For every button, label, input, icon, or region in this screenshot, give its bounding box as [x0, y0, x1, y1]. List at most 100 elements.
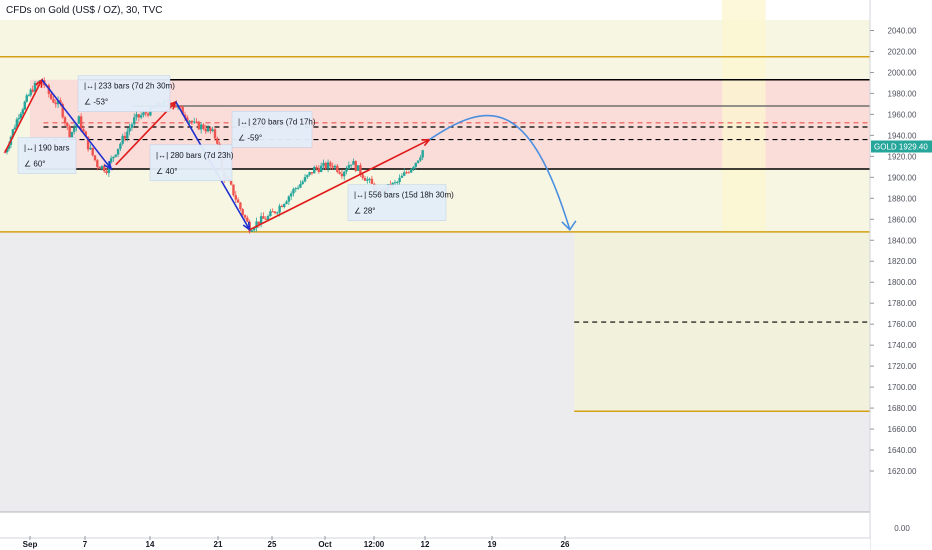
candle-body — [336, 165, 339, 172]
candle-body — [276, 212, 279, 214]
price-axis[interactable]: 2040.00 2020.00 2000.00 1980.00 1960.00 1940.… — [869, 0, 932, 550]
candle-body — [322, 162, 325, 166]
measure-box-bars: |↔| 233 bars (7d 2h 30m) — [84, 82, 175, 91]
candle-body — [246, 217, 249, 222]
candle-body — [333, 165, 337, 168]
time-tick-label: 19 — [488, 540, 497, 549]
candle-body — [216, 138, 219, 144]
candle-body — [190, 120, 194, 123]
candle-body — [199, 124, 203, 130]
measure-box-angle: ∠ 28° — [354, 207, 376, 216]
candle-body — [241, 209, 244, 216]
candle-body — [142, 112, 145, 116]
candle-body — [366, 179, 369, 181]
candle-body — [347, 165, 351, 170]
candle-body — [31, 89, 34, 92]
candle-body — [299, 183, 302, 188]
candle-body — [356, 165, 360, 171]
candle-body — [405, 172, 408, 174]
zone-future — [722, 0, 766, 232]
time-tick-label: 12:00 — [364, 540, 385, 549]
price-tick-label: 1700.00 — [888, 383, 917, 392]
candle-body — [239, 202, 242, 210]
chart-title: CFDs on Gold (US$ / OZ), 30, TVC — [6, 5, 163, 16]
candle-body — [292, 189, 295, 194]
candle-body — [283, 203, 286, 208]
price-tick-label: 1860.00 — [888, 215, 917, 224]
candle-body — [77, 116, 81, 124]
candle-body — [340, 173, 344, 177]
candle-body — [236, 199, 240, 203]
candle-body — [98, 167, 101, 169]
time-tick-label: Oct — [318, 540, 332, 549]
candle-body — [23, 101, 26, 110]
candle-body — [262, 216, 265, 219]
candle-body — [3, 152, 7, 154]
price-tick-label: 1940.00 — [888, 131, 917, 140]
candle-body — [273, 211, 277, 214]
candle-body — [414, 162, 417, 168]
candle-body — [301, 181, 304, 184]
candle-body — [243, 215, 247, 218]
price-tick-label: 2020.00 — [888, 47, 917, 56]
candle-body — [317, 168, 321, 172]
measure-box-angle: ∠ -59° — [238, 133, 262, 142]
candle-body — [116, 148, 120, 155]
price-tick-label: 1760.00 — [888, 320, 917, 329]
candle-body — [103, 165, 106, 172]
measure-box-bars: |↔| 190 bars — [24, 143, 70, 152]
candle-body — [79, 116, 83, 130]
candle-body — [331, 165, 334, 168]
measure-box-2: |↔| 190 bars ∠ 60° — [17, 137, 77, 174]
candle-body — [126, 131, 129, 139]
candle-body — [264, 218, 267, 220]
candle-body — [250, 230, 254, 232]
candle-body — [313, 167, 316, 174]
candle-body — [139, 115, 143, 118]
time-axis[interactable]: Sep 7 14 21 25 Oct 12:00 12 19 26 — [0, 536, 870, 550]
candle-body — [368, 178, 371, 180]
candle-body — [303, 177, 307, 182]
candle-body — [130, 124, 134, 128]
price-tick-label: 1840.00 — [888, 236, 917, 245]
candle-body — [416, 160, 420, 163]
price-tick-label: 1880.00 — [888, 194, 917, 203]
candle-body — [19, 113, 23, 119]
candle-body — [285, 201, 288, 204]
price-tag-text: GOLD 1929.40 — [874, 142, 928, 151]
chart-canvas[interactable]: |↔| 233 bars (7d 2h 30m) ∠ -53° |↔| 270 ba… — [0, 0, 932, 550]
candle-body — [349, 164, 353, 166]
candle-body — [188, 120, 191, 122]
measure-box-0: |↔| 233 bars (7d 2h 30m) ∠ -53° — [77, 75, 175, 112]
candle-body — [370, 178, 374, 184]
candle-body — [280, 205, 284, 208]
candle-body — [396, 182, 399, 184]
time-axis-bg — [0, 538, 870, 550]
candle-body — [21, 109, 25, 114]
candle-body — [114, 154, 117, 157]
measure-box-bars: |↔| 270 bars (7d 17h) — [238, 117, 316, 126]
candle-body — [137, 114, 141, 118]
candle-body — [49, 93, 53, 100]
candle-body — [257, 221, 261, 225]
candle-body — [73, 127, 76, 132]
candle-body — [269, 211, 272, 217]
price-tick-label: 1920.00 — [888, 152, 917, 161]
candle-body — [324, 162, 327, 169]
price-tick-label: 1680.00 — [888, 404, 917, 413]
candle-body — [195, 121, 198, 123]
candle-body — [105, 171, 108, 174]
candle-body — [204, 128, 207, 132]
candle-body — [421, 150, 424, 158]
candle-body — [419, 157, 422, 161]
candle-body — [352, 161, 355, 165]
candle-body — [319, 165, 323, 172]
measure-box-4: |↔| 556 bars (15d 18h 30m) ∠ 28° — [347, 184, 454, 221]
candle-body — [412, 167, 415, 170]
measure-box-angle: ∠ 40° — [156, 167, 178, 176]
candle-body — [213, 129, 217, 139]
candle-body — [308, 172, 311, 175]
candle-body — [315, 167, 318, 169]
candle-body — [109, 158, 113, 163]
candle-body — [409, 169, 413, 173]
